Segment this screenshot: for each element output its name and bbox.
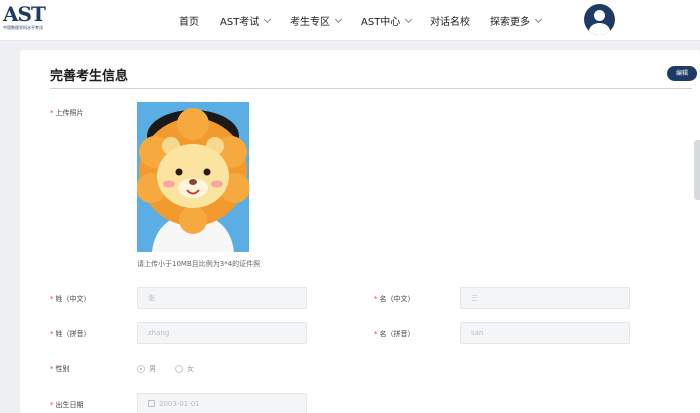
birthday-date-picker[interactable]: 2003-01-01 [137,393,307,413]
birthday-value: 2003-01-01 [159,400,200,408]
nav-item-label: 首页 [179,17,199,28]
nav-item-label: AST考试 [220,17,260,28]
given-cn-label: * 名（中文） [374,295,415,303]
logo-subtitle: 中国数理学科水平考试 [3,25,43,30]
gender-option-female[interactable]: 女 [175,364,194,374]
top-navigation-bar: AST 中国数理学科水平考试 首页 AST考试 考生专区 AST中心 对话名校 … [0,0,700,41]
ast-logo[interactable]: AST 中国数理学科水平考试 [3,3,49,37]
nav-item-explore-more[interactable]: 探索更多 [490,13,543,28]
birthday-label: * 出生日期 [50,401,84,409]
surname-cn-label: * 姓（中文） [50,295,91,303]
photo-upload-hint: 请上传小于10MB且比例为3*4的证件照 [137,260,261,268]
edit-button[interactable]: 编辑 [667,66,697,81]
given-py-input[interactable]: san [460,322,630,344]
nav-item-candidate-zone[interactable]: 考生专区 [290,13,343,28]
nav-item-ast-center[interactable]: AST中心 [361,13,413,28]
page-title: 完善考生信息 [50,69,129,84]
gender-option-male[interactable]: 男 [137,364,156,374]
nav-item-label: AST中心 [361,17,401,28]
surname-py-input[interactable]: zhang [137,322,307,344]
nav-item-label: 对话名校 [430,17,470,28]
chevron-down-icon [264,15,272,23]
nav-item-home[interactable]: 首页 [179,13,199,28]
radio-button[interactable] [175,365,183,373]
gender-label: * 性别 [50,365,70,373]
photo-label: * 上传照片 [50,109,84,117]
nav-item-label: 探索更多 [490,17,530,28]
nav-item-ast-exam[interactable]: AST考试 [220,13,272,28]
given-cn-input[interactable]: 三 [460,287,630,309]
surname-cn-input[interactable]: 张 [137,287,307,309]
chevron-down-icon [534,15,543,23]
gender-option-label: 女 [187,365,194,373]
required-asterisk: * [50,109,54,117]
nav-item-label: 考生专区 [290,17,330,28]
nav-item-dialogue-schools[interactable]: 对话名校 [430,13,470,28]
chevron-down-icon [405,15,413,23]
candidate-info-card: 完善考生信息 编辑 * 上传照片 请上传小于10MB且比例为3*4的证件照 * … [20,50,700,413]
calendar-icon [148,400,155,407]
given-py-label: * 名（拼音） [374,330,415,338]
logo-mark: AST [3,2,46,26]
gender-option-label: 男 [149,365,156,373]
side-scroll-tab[interactable] [694,140,700,200]
surname-py-label: * 姓（拼音） [50,330,91,338]
chevron-down-icon [334,15,343,23]
radio-button-selected[interactable] [137,365,145,373]
id-photo-upload[interactable] [137,102,249,252]
user-avatar-icon[interactable] [584,4,615,35]
lion-avatar-sticker-icon [137,102,249,252]
title-divider [50,88,692,89]
